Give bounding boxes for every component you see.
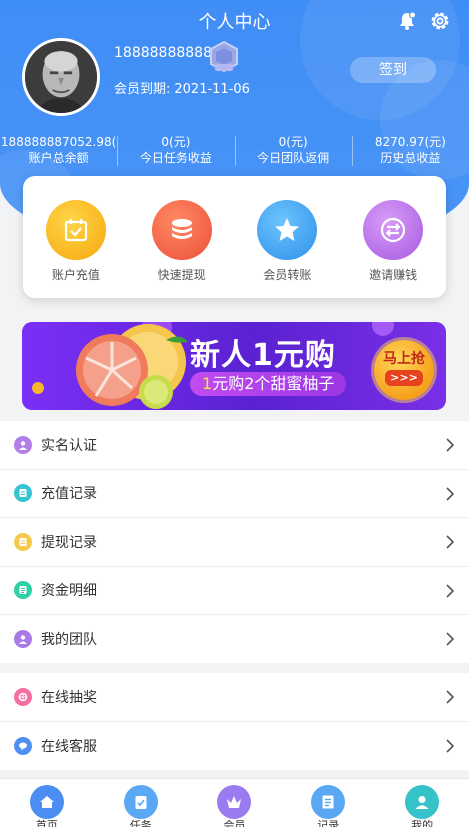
banner-subtitle-highlight: 1 xyxy=(202,374,213,393)
menu-item-label: 实名认证 xyxy=(41,437,97,454)
record-icon xyxy=(311,785,346,819)
recharge-record-icon xyxy=(14,484,32,503)
lottery-icon xyxy=(14,687,32,706)
coins-stack-icon xyxy=(151,200,212,260)
expiry-date: 2021-11-06 xyxy=(174,82,250,97)
action-withdraw[interactable]: 快速提现 xyxy=(129,200,235,298)
menu-item-label: 充值记录 xyxy=(41,486,97,503)
chevron-right-icon xyxy=(446,486,455,501)
menu-item-real-name[interactable]: 实名认证 xyxy=(0,421,469,470)
menu-item-funds-detail[interactable]: 资金明细 xyxy=(0,567,469,615)
bell-icon[interactable] xyxy=(397,11,417,31)
profile-icon xyxy=(405,785,440,819)
action-label: 邀请赚钱 xyxy=(369,268,418,282)
tab-label: 会员 xyxy=(223,819,246,827)
membership-expiry: 会员到期: 2021-11-06 xyxy=(114,78,250,97)
stat-value: 8270.97(元) xyxy=(374,135,446,149)
crown-icon xyxy=(217,785,252,819)
tab-member[interactable]: 会员 xyxy=(188,779,282,827)
star-icon xyxy=(257,200,318,260)
quick-actions-card: 账户充值 快速提现 会员转账 邀请赚钱 xyxy=(23,176,446,298)
tab-home[interactable]: 首页 xyxy=(0,779,94,827)
chevron-right-icon xyxy=(446,535,455,549)
action-label: 快速提现 xyxy=(157,268,206,282)
tab-label: 首页 xyxy=(35,819,58,827)
avatar[interactable] xyxy=(22,38,100,116)
menu-item-label: 我的团队 xyxy=(41,632,97,649)
menu-item-withdraw-records[interactable]: 提现记录 xyxy=(0,518,469,567)
menu-item-label: 提现记录 xyxy=(41,534,97,551)
grab-now-button[interactable]: 马上抢 >>> xyxy=(374,340,434,400)
menu-item-recharge-records[interactable]: 充值记录 xyxy=(0,470,469,518)
stat-value: 188888887052.98( xyxy=(0,135,117,149)
funds-detail-icon xyxy=(14,581,32,600)
top-bar: 个人中心 xyxy=(0,0,469,40)
tab-label: 任务 xyxy=(129,819,152,827)
stats-row: 188888887052.98( 账户总余额 0(元) 今日任务收益 0(元) … xyxy=(0,134,469,168)
stat-label: 历史总收益 xyxy=(380,151,441,165)
stat-total-balance: 188888887052.98( 账户总余额 xyxy=(0,134,117,168)
stat-label: 今日团队返佣 xyxy=(257,151,330,165)
home-icon xyxy=(29,785,64,819)
action-label: 会员转账 xyxy=(263,268,312,282)
action-recharge[interactable]: 账户充值 xyxy=(23,200,129,298)
tab-records[interactable]: 记录 xyxy=(281,779,375,827)
grab-now-label: 马上抢 xyxy=(383,351,425,367)
promo-banner[interactable]: 新人1元购 1元购2个甜蜜柚子 马上抢 >>> xyxy=(22,322,446,410)
banner-subtitle: 1元购2个甜蜜柚子 xyxy=(190,372,347,396)
chevron-right-icon xyxy=(446,690,455,704)
tab-mine[interactable]: 我的 xyxy=(375,779,469,827)
action-invite[interactable]: 邀请赚钱 xyxy=(340,200,446,298)
chevron-right-icon xyxy=(446,738,455,753)
chevron-right-icon xyxy=(446,438,455,452)
stat-history-total: 8270.97(元) 历史总收益 xyxy=(351,134,469,168)
withdraw-record-icon xyxy=(14,532,32,551)
tab-label: 记录 xyxy=(317,819,340,827)
stat-today-task: 0(元) 今日任务收益 xyxy=(117,134,234,168)
gear-icon[interactable] xyxy=(429,10,451,32)
chevron-right-icon xyxy=(446,583,455,598)
stat-label: 账户总余额 xyxy=(28,151,89,165)
menu-item-label: 资金明细 xyxy=(41,583,97,600)
stat-today-team: 0(元) 今日团队返佣 xyxy=(234,134,352,168)
stat-value: 0(元) xyxy=(161,135,191,149)
team-icon xyxy=(14,630,32,649)
phone-number: 18888888888 xyxy=(114,45,212,61)
banner-subtitle-text: 元购2个甜蜜柚子 xyxy=(212,374,335,393)
action-label: 账户充值 xyxy=(51,268,100,282)
pomelo-image xyxy=(76,324,188,409)
calendar-check-icon xyxy=(45,200,106,260)
tab-label: 我的 xyxy=(411,819,434,827)
menu-item-label: 在线抽奖 xyxy=(41,689,97,706)
menu-item-my-team[interactable]: 我的团队 xyxy=(0,615,469,664)
menu-item-label: 在线客服 xyxy=(41,738,97,755)
menu-group-services: 在线抽奖 在线客服 xyxy=(0,673,469,770)
grab-now-arrows: >>> xyxy=(385,370,423,386)
task-icon xyxy=(123,785,158,819)
expiry-label: 会员到期: xyxy=(114,82,171,97)
banner-title: 新人1元购 xyxy=(190,338,336,373)
customer-service-icon xyxy=(14,736,32,755)
checkin-button[interactable]: 签到 xyxy=(350,57,436,83)
menu-item-customer-service[interactable]: 在线客服 xyxy=(0,722,469,771)
menu-item-lottery[interactable]: 在线抽奖 xyxy=(0,673,469,722)
tab-task[interactable]: 任务 xyxy=(94,779,188,827)
vip-badge-icon xyxy=(210,40,238,73)
chevron-right-icon xyxy=(446,632,455,646)
action-transfer[interactable]: 会员转账 xyxy=(235,200,341,298)
bottom-tab-bar: 首页 任务 会员 记录 我的 xyxy=(0,778,469,827)
stat-label: 今日任务收益 xyxy=(139,151,212,165)
exchange-icon xyxy=(363,200,424,260)
stat-value: 0(元) xyxy=(278,135,308,149)
menu-group-account: 实名认证 充值记录 提现记录 资金明细 我的团队 xyxy=(0,421,469,663)
user-verify-icon xyxy=(14,435,32,454)
